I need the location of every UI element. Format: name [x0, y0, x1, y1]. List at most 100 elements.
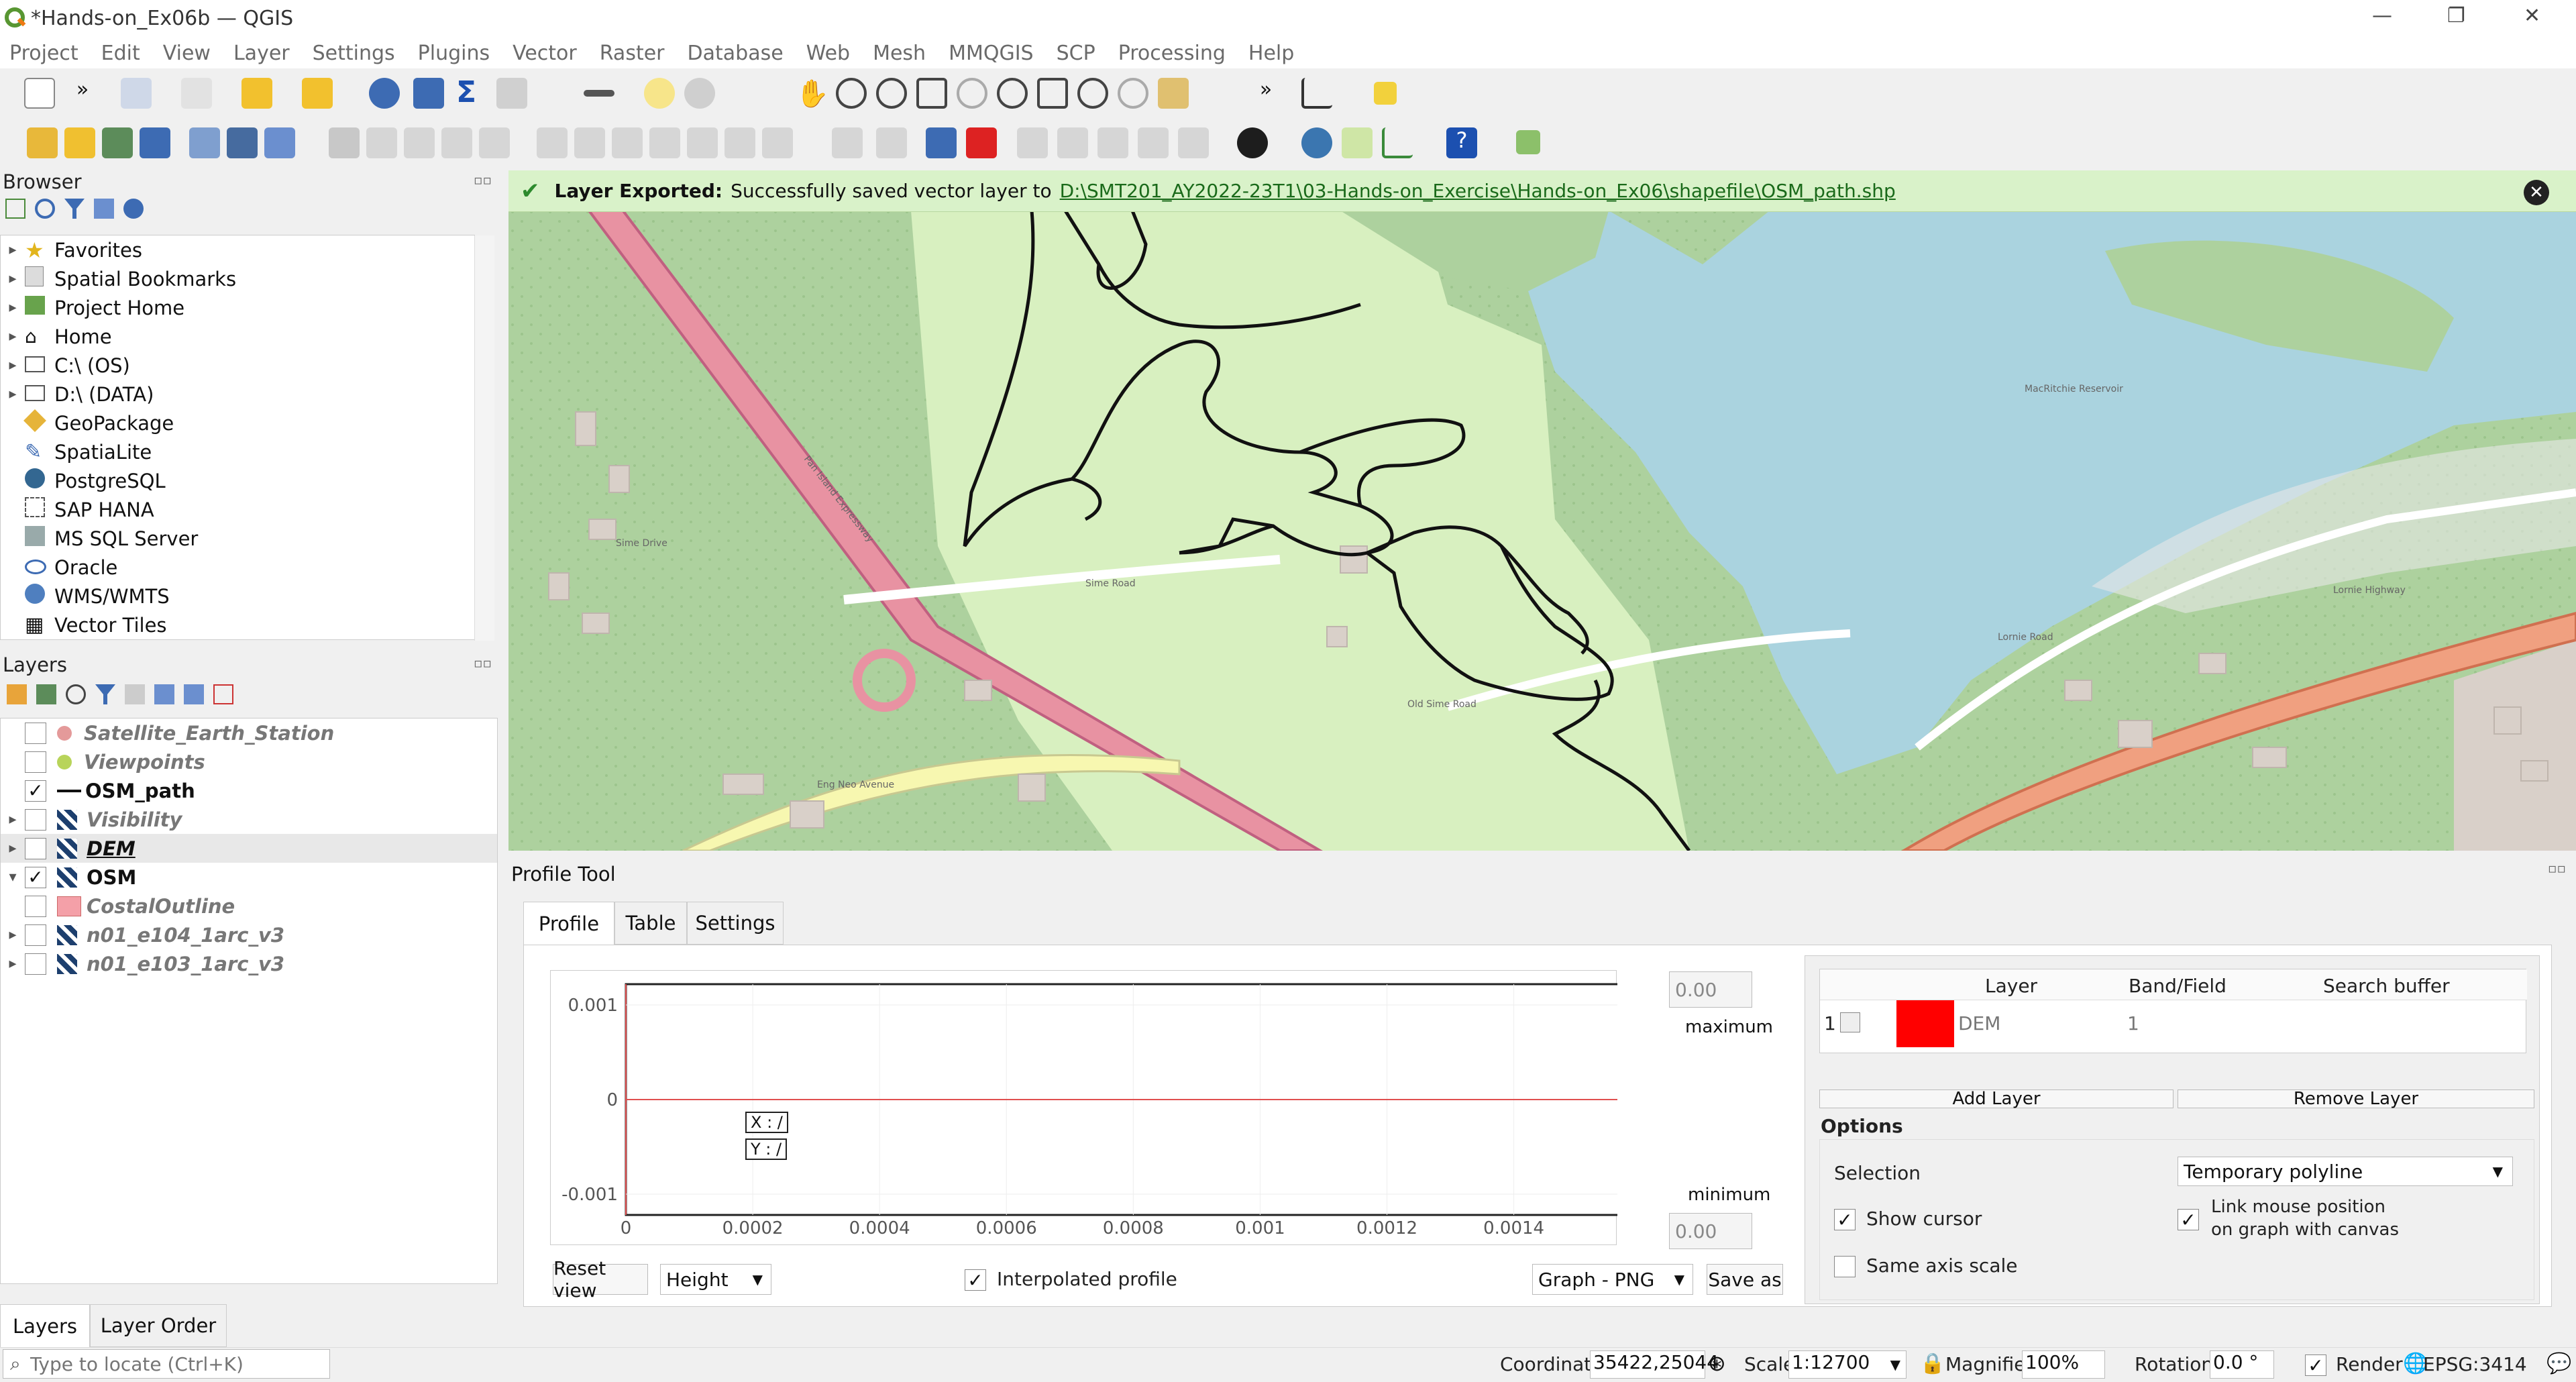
measure-icon[interactable] — [584, 90, 614, 97]
panel-float-icon[interactable]: ▫▫ — [474, 655, 492, 671]
scp-icon[interactable] — [1237, 127, 1268, 158]
filter-expression-icon[interactable] — [125, 684, 145, 704]
chevron-right-icon[interactable]: ▸ — [1, 926, 25, 943]
locator-box[interactable]: ⌕ — [3, 1349, 330, 1379]
chevron-right-icon[interactable]: ▸ — [1, 840, 25, 857]
select-location-icon[interactable] — [302, 78, 333, 109]
menu-processing[interactable]: Processing — [1118, 42, 1226, 65]
undo-icon[interactable] — [724, 127, 755, 158]
messages-icon[interactable]: 💬 — [2546, 1352, 2571, 1375]
menu-plugins[interactable]: Plugins — [418, 42, 490, 65]
rotate-label-icon[interactable] — [1138, 127, 1169, 158]
layer-checkbox-checked[interactable]: ✓ — [25, 780, 46, 802]
toggle-extents-icon[interactable]: ⊛ — [1708, 1350, 1726, 1376]
browser-item-postgresql[interactable]: PostgreSQL — [1, 466, 474, 495]
menu-help[interactable]: Help — [1248, 42, 1294, 65]
menu-mmqgis[interactable]: MMQGIS — [949, 42, 1034, 65]
remove-layer-button[interactable]: Remove Layer — [2178, 1089, 2534, 1109]
chevron-right-icon[interactable]: ▸ — [1, 299, 25, 316]
table-row[interactable]: 1 DEM 1 — [1820, 1000, 2527, 1047]
height-select[interactable]: Height ▼ — [660, 1264, 771, 1295]
refresh-icon[interactable] — [35, 199, 55, 219]
menu-settings[interactable]: Settings — [313, 42, 395, 65]
filter-legend-icon[interactable] — [95, 684, 115, 704]
add-group-icon[interactable] — [36, 684, 56, 704]
link-mouse-checkbox[interactable]: ✓ — [2178, 1209, 2199, 1231]
magnifier-spinbox[interactable]: 100% — [2022, 1350, 2105, 1379]
zoom-native-icon[interactable] — [1037, 78, 1068, 109]
chevron-right-icon[interactable]: ▸ — [1, 811, 25, 828]
refresh-plugin-icon[interactable] — [1516, 130, 1540, 154]
layer-checkbox[interactable] — [25, 722, 46, 744]
filter-icon[interactable] — [64, 199, 85, 219]
layer-item-visibility[interactable]: ▸ Visibility — [1, 805, 497, 834]
render-checkbox[interactable]: ✓ — [2305, 1354, 2326, 1377]
more-tools-icon[interactable]: » — [67, 78, 98, 109]
browser-item-d-drive[interactable]: ▸ D:\ (DATA) — [1, 380, 474, 409]
map-canvas[interactable]: MacRitchie Reservoir Lornie Road Lornie … — [508, 170, 2576, 851]
add-selected-icon[interactable] — [5, 199, 25, 219]
lock-icon[interactable]: 🔒 — [1920, 1352, 1945, 1375]
sum-icon[interactable]: Σ — [456, 75, 487, 109]
zoom-full-icon[interactable] — [916, 78, 947, 109]
layer-checkbox-checked[interactable]: ✓ — [25, 866, 46, 888]
layer-item-viewpoints[interactable]: Viewpoints — [1, 747, 497, 776]
more-nav-icon[interactable]: » — [1250, 78, 1281, 109]
edit-pencil-icon[interactable] — [329, 127, 360, 158]
same-axis-checkbox[interactable] — [1834, 1256, 1856, 1277]
settings-gear-icon[interactable] — [413, 78, 444, 109]
coordinate-field[interactable]: 35422,25044 — [1590, 1350, 1719, 1379]
add-layer-button[interactable]: Add Layer — [1819, 1089, 2174, 1109]
add-wms-icon[interactable] — [264, 127, 295, 158]
expand-all-icon[interactable] — [154, 684, 174, 704]
layer-checkbox[interactable] — [25, 837, 46, 859]
browser-item-wms[interactable]: WMS/WMTS — [1, 582, 474, 610]
zoom-next-icon[interactable] — [1118, 78, 1148, 109]
browser-item-spatialite[interactable]: ✎ SpatiaLite — [1, 437, 474, 466]
tab-settings[interactable]: Settings — [687, 902, 784, 945]
profile-active-icon[interactable] — [1342, 127, 1373, 158]
row-checkbox[interactable] — [1840, 1012, 1860, 1032]
add-feature-icon[interactable] — [441, 127, 472, 158]
max-spinbox[interactable]: 0.00 — [1669, 971, 1752, 1008]
profile-chart-icon[interactable] — [1382, 127, 1413, 158]
cut-icon[interactable] — [612, 127, 643, 158]
chevron-right-icon[interactable]: ▸ — [1, 386, 25, 403]
vertex-tool-icon[interactable] — [479, 127, 510, 158]
collapse-all-icon[interactable] — [94, 199, 114, 219]
help-icon[interactable]: ? — [1446, 127, 1477, 158]
osm-map[interactable]: MacRitchie Reservoir Lornie Road Lornie … — [508, 170, 2576, 851]
interpolated-checkbox[interactable]: ✓ — [965, 1269, 986, 1291]
zoom-selection-icon[interactable] — [957, 78, 987, 109]
menu-raster[interactable]: Raster — [600, 42, 665, 65]
new-map-view-icon[interactable] — [1158, 78, 1189, 109]
chevron-right-icon[interactable]: ▸ — [1, 242, 25, 258]
bookmark-toolbar-icon[interactable] — [684, 78, 715, 109]
change-label-icon[interactable] — [1178, 127, 1209, 158]
browser-item-geopackage[interactable]: GeoPackage — [1, 409, 474, 437]
info-icon[interactable] — [123, 199, 144, 219]
chevron-down-icon[interactable]: ▾ — [1, 869, 25, 886]
label-abc-icon[interactable] — [926, 127, 957, 158]
toggle-edit-icon[interactable] — [366, 127, 397, 158]
select-features-icon[interactable] — [121, 78, 152, 109]
modify-attributes-icon[interactable] — [537, 127, 568, 158]
layer-item-costal[interactable]: CostalOutline — [1, 892, 497, 920]
python-icon[interactable] — [1301, 127, 1332, 158]
open-data-source-icon[interactable] — [27, 127, 58, 158]
add-delimited-icon[interactable] — [102, 127, 133, 158]
profile-tool-icon[interactable] — [1301, 78, 1332, 109]
plugin-icon[interactable] — [1374, 82, 1397, 105]
save-as-button[interactable]: Save as — [1707, 1264, 1783, 1295]
reset-view-button[interactable]: Reset view — [553, 1257, 648, 1301]
browser-item-c-drive[interactable]: ▸ C:\ (OS) — [1, 351, 474, 380]
zoom-last-icon[interactable] — [1077, 78, 1108, 109]
menu-scp[interactable]: SCP — [1057, 42, 1095, 65]
pan-hand-icon[interactable]: ✋ — [796, 78, 829, 109]
show-labels-icon[interactable] — [1057, 127, 1088, 158]
remove-layer-icon[interactable] — [213, 684, 233, 704]
row-color-swatch[interactable] — [1896, 1000, 1954, 1047]
deselect-icon[interactable] — [181, 78, 212, 109]
browser-item-project-home[interactable]: ▸ Project Home — [1, 293, 474, 322]
layer-item-dem[interactable]: ▸ DEM — [1, 834, 497, 863]
